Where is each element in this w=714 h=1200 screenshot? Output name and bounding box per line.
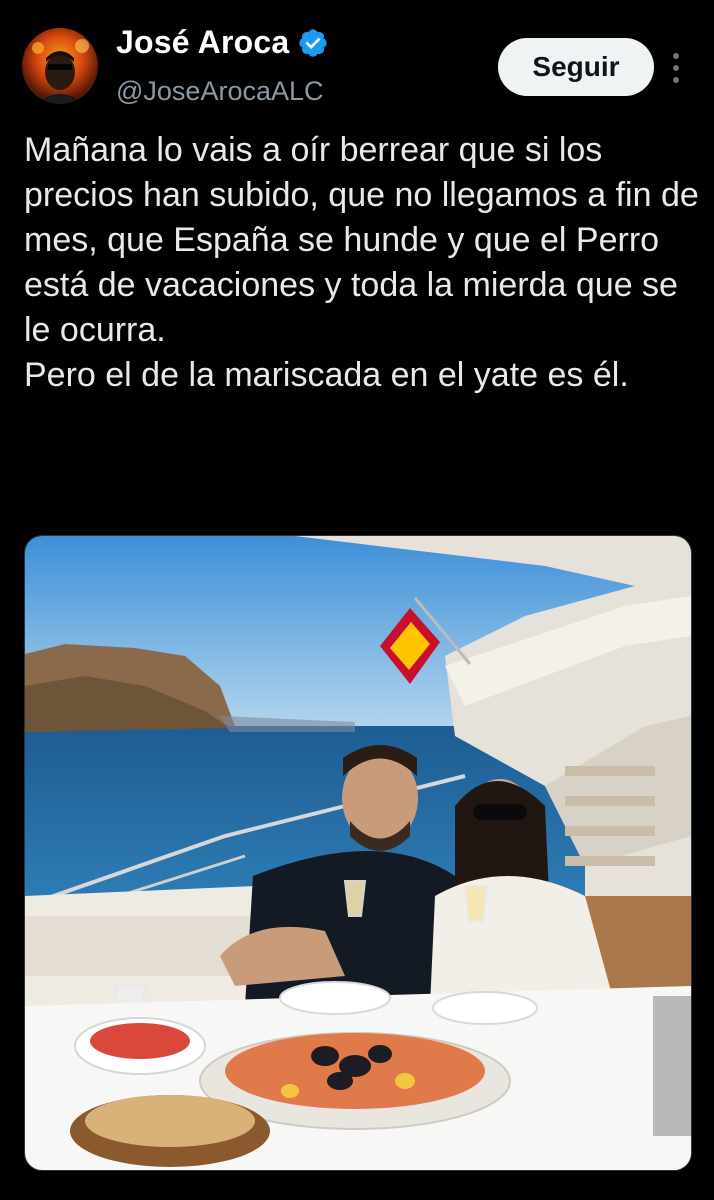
author-name-row[interactable]: José Aroca: [116, 24, 329, 61]
author-display-name[interactable]: José Aroca: [116, 24, 289, 61]
yacht-dinner-photo: [25, 536, 691, 1170]
avatar-photo: [32, 39, 89, 104]
verified-badge-icon: [299, 28, 328, 57]
avatar[interactable]: [22, 28, 98, 104]
more-vertical-icon[interactable]: [668, 48, 684, 88]
tweet-header: José Aroca @JoseArocaALC Seguir: [0, 0, 714, 120]
tweet-text: Mañana lo vais a oír berrear que si los …: [24, 131, 699, 394]
tweet-photo[interactable]: [24, 535, 692, 1171]
author-handle[interactable]: @JoseArocaALC: [116, 76, 324, 107]
follow-button[interactable]: Seguir: [498, 38, 654, 96]
